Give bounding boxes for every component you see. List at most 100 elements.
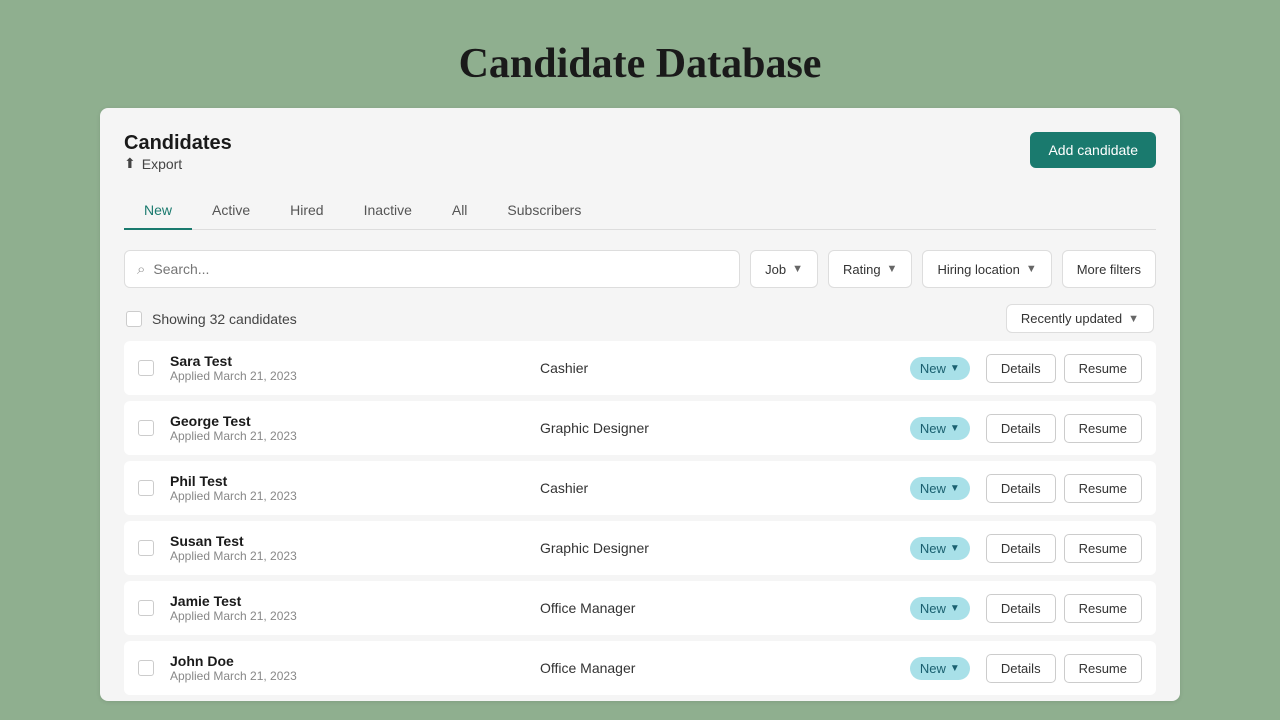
page-title: Candidate Database (459, 40, 822, 88)
rating-filter-chevron-icon: ▼ (887, 263, 898, 275)
status-chevron-icon-5: ▼ (950, 663, 960, 674)
candidate-info-5: John Doe Applied March 21, 2023 (170, 653, 524, 683)
export-label[interactable]: Export (142, 156, 182, 172)
status-text-3: New (920, 541, 946, 556)
resume-button-1[interactable]: Resume (1064, 414, 1142, 443)
candidates-list: Sara Test Applied March 21, 2023 Cashier… (124, 341, 1156, 695)
candidate-info-1: George Test Applied March 21, 2023 (170, 413, 524, 443)
details-button-2[interactable]: Details (986, 474, 1056, 503)
table-row: George Test Applied March 21, 2023 Graph… (124, 401, 1156, 455)
candidate-name-0: Sara Test (170, 353, 524, 369)
status-text-5: New (920, 661, 946, 676)
tab-hired[interactable]: Hired (270, 192, 343, 230)
status-chevron-icon-0: ▼ (950, 363, 960, 374)
candidate-job-4: Office Manager (540, 600, 894, 616)
resume-button-0[interactable]: Resume (1064, 354, 1142, 383)
candidate-name-4: Jamie Test (170, 593, 524, 609)
candidate-date-0: Applied March 21, 2023 (170, 369, 524, 383)
tab-subscribers[interactable]: Subscribers (487, 192, 601, 230)
status-badge-0[interactable]: New ▼ (910, 357, 970, 380)
action-buttons-0: Details Resume (986, 354, 1142, 383)
details-button-5[interactable]: Details (986, 654, 1056, 683)
candidate-job-2: Cashier (540, 480, 894, 496)
sort-button[interactable]: Recently updated ▼ (1006, 304, 1154, 333)
hiring-location-chevron-icon: ▼ (1026, 263, 1037, 275)
candidates-section-title: Candidates (124, 132, 232, 155)
status-chevron-icon-1: ▼ (950, 423, 960, 434)
status-badge-3[interactable]: New ▼ (910, 537, 970, 560)
status-text-4: New (920, 601, 946, 616)
table-row: John Doe Applied March 21, 2023 Office M… (124, 641, 1156, 695)
candidate-date-3: Applied March 21, 2023 (170, 549, 524, 563)
candidate-job-3: Graphic Designer (540, 540, 894, 556)
tab-inactive[interactable]: Inactive (344, 192, 432, 230)
search-icon: ⌕ (137, 261, 145, 278)
status-text-0: New (920, 361, 946, 376)
details-button-1[interactable]: Details (986, 414, 1056, 443)
candidate-job-5: Office Manager (540, 660, 894, 676)
add-candidate-button[interactable]: Add candidate (1030, 132, 1156, 168)
card-header: Candidates ⬆ Export Add candidate (124, 132, 1156, 188)
sort-label: Recently updated (1021, 311, 1122, 326)
rating-filter-button[interactable]: Rating ▼ (828, 250, 912, 288)
showing-text-row: Showing 32 candidates (126, 311, 297, 327)
row-checkbox-0[interactable] (138, 360, 154, 376)
status-badge-2[interactable]: New ▼ (910, 477, 970, 500)
candidate-info-3: Susan Test Applied March 21, 2023 (170, 533, 524, 563)
job-filter-button[interactable]: Job ▼ (750, 250, 818, 288)
job-filter-chevron-icon: ▼ (792, 263, 803, 275)
status-chevron-icon-2: ▼ (950, 483, 960, 494)
candidate-name-2: Phil Test (170, 473, 524, 489)
job-filter-label: Job (765, 262, 786, 277)
tab-new[interactable]: New (124, 192, 192, 230)
candidate-name-5: John Doe (170, 653, 524, 669)
table-row: Sara Test Applied March 21, 2023 Cashier… (124, 341, 1156, 395)
status-chevron-icon-4: ▼ (950, 603, 960, 614)
candidate-date-4: Applied March 21, 2023 (170, 609, 524, 623)
row-checkbox-1[interactable] (138, 420, 154, 436)
search-input[interactable] (153, 261, 727, 277)
card-header-left: Candidates ⬆ Export (124, 132, 232, 188)
table-header-row: Showing 32 candidates Recently updated ▼ (124, 304, 1156, 333)
hiring-location-filter-button[interactable]: Hiring location ▼ (922, 250, 1051, 288)
filters-row: ⌕ Job ▼ Rating ▼ Hiring location ▼ More … (124, 250, 1156, 288)
table-row: Phil Test Applied March 21, 2023 Cashier… (124, 461, 1156, 515)
candidate-name-1: George Test (170, 413, 524, 429)
resume-button-4[interactable]: Resume (1064, 594, 1142, 623)
candidate-info-2: Phil Test Applied March 21, 2023 (170, 473, 524, 503)
status-chevron-icon-3: ▼ (950, 543, 960, 554)
action-buttons-2: Details Resume (986, 474, 1142, 503)
more-filters-label: More filters (1077, 262, 1141, 277)
candidate-date-5: Applied March 21, 2023 (170, 669, 524, 683)
action-buttons-5: Details Resume (986, 654, 1142, 683)
resume-button-3[interactable]: Resume (1064, 534, 1142, 563)
sort-chevron-icon: ▼ (1128, 313, 1139, 325)
select-all-checkbox[interactable] (126, 311, 142, 327)
status-badge-5[interactable]: New ▼ (910, 657, 970, 680)
details-button-4[interactable]: Details (986, 594, 1056, 623)
row-checkbox-5[interactable] (138, 660, 154, 676)
more-filters-button[interactable]: More filters (1062, 250, 1156, 288)
tab-active[interactable]: Active (192, 192, 270, 230)
status-text-1: New (920, 421, 946, 436)
status-badge-1[interactable]: New ▼ (910, 417, 970, 440)
hiring-location-filter-label: Hiring location (937, 262, 1019, 277)
status-badge-4[interactable]: New ▼ (910, 597, 970, 620)
row-checkbox-4[interactable] (138, 600, 154, 616)
details-button-3[interactable]: Details (986, 534, 1056, 563)
action-buttons-3: Details Resume (986, 534, 1142, 563)
candidate-job-0: Cashier (540, 360, 894, 376)
tab-all[interactable]: All (432, 192, 488, 230)
candidate-info-4: Jamie Test Applied March 21, 2023 (170, 593, 524, 623)
search-box: ⌕ (124, 250, 740, 288)
row-checkbox-3[interactable] (138, 540, 154, 556)
resume-button-2[interactable]: Resume (1064, 474, 1142, 503)
row-checkbox-2[interactable] (138, 480, 154, 496)
main-card: Candidates ⬆ Export Add candidate New Ac… (100, 108, 1180, 701)
export-row[interactable]: ⬆ Export (124, 155, 232, 172)
candidate-info-0: Sara Test Applied March 21, 2023 (170, 353, 524, 383)
resume-button-5[interactable]: Resume (1064, 654, 1142, 683)
details-button-0[interactable]: Details (986, 354, 1056, 383)
action-buttons-4: Details Resume (986, 594, 1142, 623)
showing-count-text: Showing 32 candidates (152, 311, 297, 327)
